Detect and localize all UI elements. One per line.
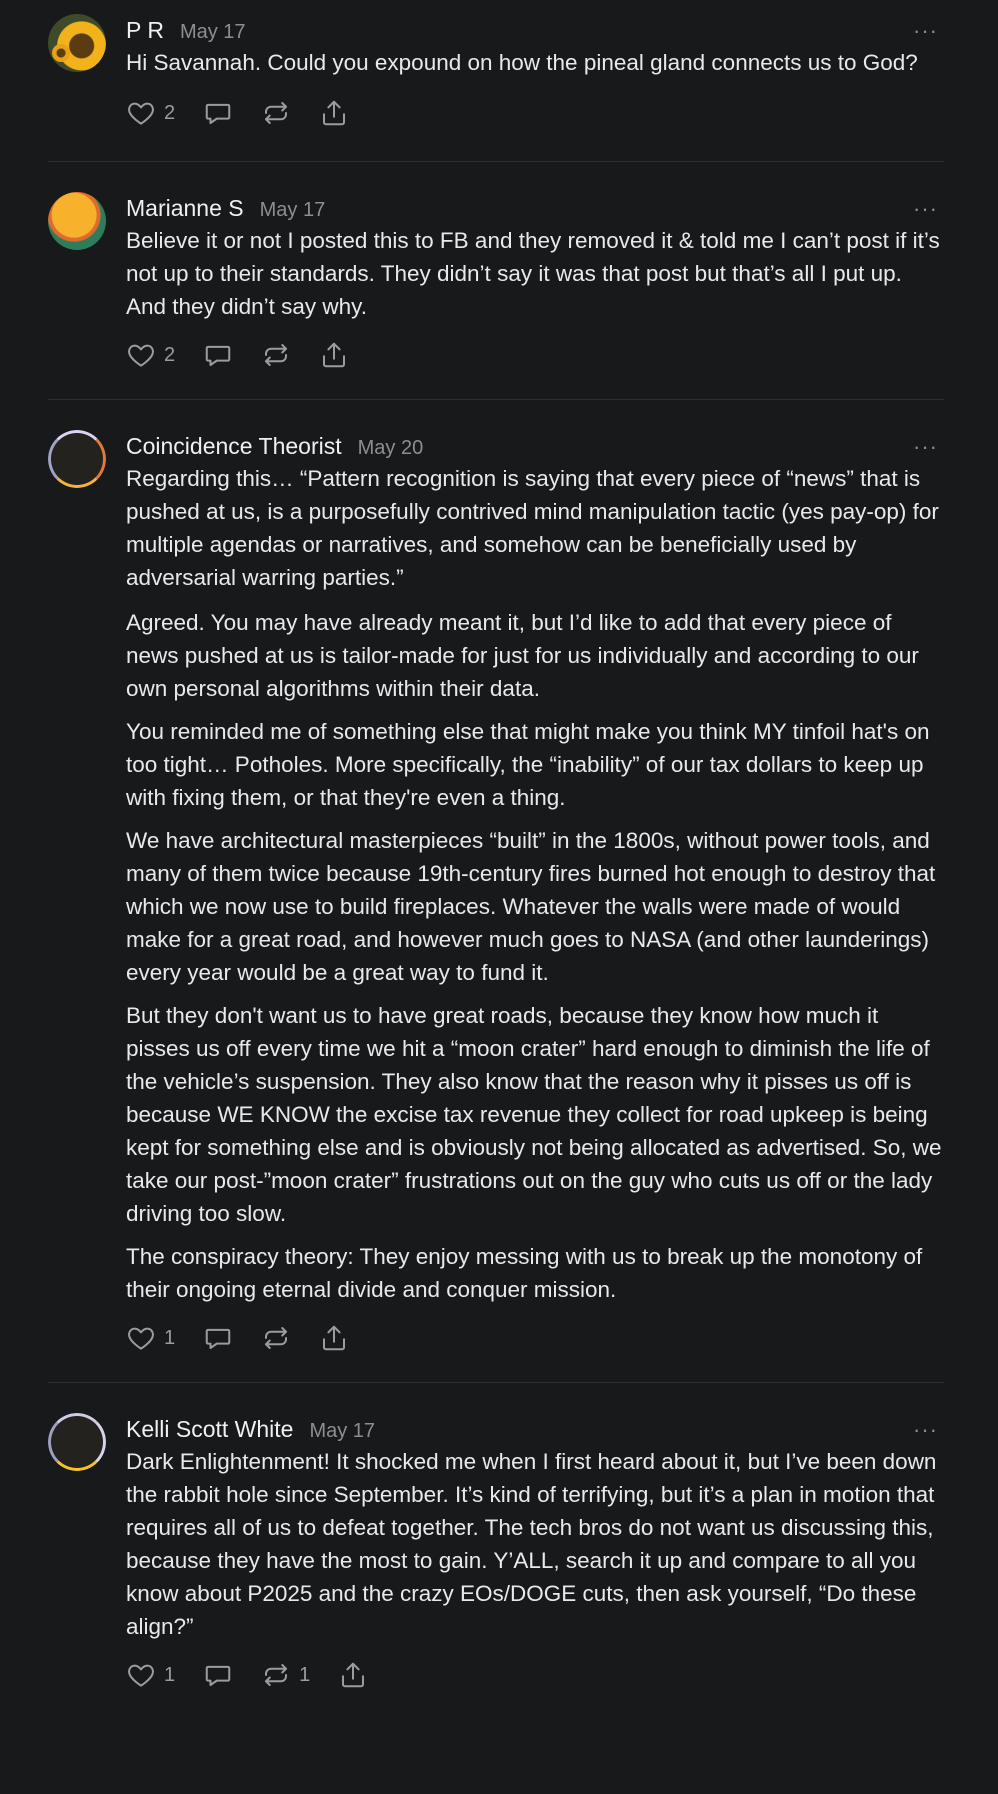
refresh-icon xyxy=(265,1664,288,1686)
comment-actions: 2 xyxy=(126,93,944,133)
comment-paragraph: Agreed. You may have already meant it, b… xyxy=(126,610,919,701)
restack-button[interactable] xyxy=(261,1323,291,1353)
comment-header: Kelli Scott White May 17 ··· xyxy=(126,1413,944,1445)
comment-header: P R May 17 ··· xyxy=(126,14,944,46)
like-button[interactable]: 2 xyxy=(126,340,175,370)
comment-date[interactable]: May 20 xyxy=(358,432,424,464)
comment: Kelli Scott White May 17 ··· Dark Enligh… xyxy=(48,1383,944,1695)
share-button[interactable] xyxy=(319,98,349,128)
comment-text: Hi Savannah. Could you expound on how th… xyxy=(126,46,944,79)
share-icon xyxy=(342,1662,365,1688)
like-count: 2 xyxy=(164,101,176,124)
like-count: 1 xyxy=(164,1663,176,1686)
comment-actions: 1 xyxy=(126,1318,944,1358)
avatar[interactable] xyxy=(48,192,106,250)
comment-body: Kelli Scott White May 17 ··· Dark Enligh… xyxy=(126,1413,944,1695)
share-icon xyxy=(323,100,346,126)
refresh-icon xyxy=(265,102,288,124)
comment: Coincidence Theorist May 20 ··· Regardin… xyxy=(48,400,944,1358)
like-button[interactable]: 1 xyxy=(126,1660,175,1690)
restack-button[interactable] xyxy=(261,340,291,370)
heart-icon xyxy=(128,102,154,125)
ellipsis-icon[interactable]: ··· xyxy=(913,1419,944,1441)
heart-icon xyxy=(128,1327,154,1350)
share-icon xyxy=(323,1325,346,1351)
heart-icon xyxy=(128,1664,154,1687)
reply-button[interactable] xyxy=(203,340,233,370)
comment-paragraph: Regarding this… “Pattern recognition is … xyxy=(126,466,939,590)
restack-button[interactable] xyxy=(261,98,291,128)
author-name[interactable]: P R xyxy=(126,14,164,46)
share-button[interactable] xyxy=(338,1660,368,1690)
reply-button[interactable] xyxy=(203,1660,233,1690)
comment-header: Coincidence Theorist May 20 ··· xyxy=(126,430,944,462)
share-button[interactable] xyxy=(319,340,349,370)
comment-text: Dark Enlightenment! It shocked me when I… xyxy=(126,1445,944,1643)
comment-body: Coincidence Theorist May 20 ··· Regardin… xyxy=(126,430,944,1358)
like-button[interactable]: 1 xyxy=(126,1323,175,1353)
ellipsis-icon[interactable]: ··· xyxy=(913,198,944,220)
refresh-icon xyxy=(265,1327,288,1349)
speech-bubble-icon xyxy=(205,103,231,124)
comment: P R May 17 ··· Hi Savannah. Could you ex… xyxy=(48,0,944,133)
comment-feed: P R May 17 ··· Hi Savannah. Could you ex… xyxy=(48,0,944,1695)
comment-date[interactable]: May 17 xyxy=(309,1415,375,1447)
comment-text: Believe it or not I posted this to FB an… xyxy=(126,224,944,323)
avatar[interactable] xyxy=(48,430,106,488)
comment-header: Marianne S May 17 ··· xyxy=(126,192,944,224)
comment-date[interactable]: May 17 xyxy=(260,194,326,226)
share-icon xyxy=(323,342,346,368)
comment-paragraph: But they don't want us to have great roa… xyxy=(126,1003,942,1226)
comment-paragraph: Believe it or not I posted this to FB an… xyxy=(126,228,940,319)
speech-bubble-icon xyxy=(205,345,231,366)
avatar[interactable] xyxy=(48,14,106,72)
comment-date[interactable]: May 17 xyxy=(180,16,246,48)
comment-text: Regarding this… “Pattern recognition is … xyxy=(126,462,944,1306)
comment-paragraph: Dark Enlightenment! It shocked me when I… xyxy=(126,1449,937,1639)
comment-paragraph: Hi Savannah. Could you expound on how th… xyxy=(126,50,918,75)
speech-bubble-icon xyxy=(205,1665,231,1686)
reply-button[interactable] xyxy=(203,1323,233,1353)
ellipsis-icon[interactable]: ··· xyxy=(913,20,944,42)
comment-paragraph: You reminded me of something else that m… xyxy=(126,719,930,810)
avatar[interactable] xyxy=(48,1413,106,1471)
comment: Marianne S May 17 ··· Believe it or not … xyxy=(48,162,944,375)
comment-actions: 2 xyxy=(126,335,944,375)
comment-paragraph: The conspiracy theory: They enjoy messin… xyxy=(126,1244,923,1302)
ellipsis-icon[interactable]: ··· xyxy=(913,436,944,458)
comment-actions: 1 1 xyxy=(126,1655,944,1695)
author-name[interactable]: Coincidence Theorist xyxy=(126,430,342,462)
author-name[interactable]: Kelli Scott White xyxy=(126,1413,293,1445)
restack-button[interactable]: 1 xyxy=(261,1660,310,1690)
speech-bubble-icon xyxy=(205,1328,231,1349)
comment-paragraph: We have architectural masterpieces “buil… xyxy=(126,828,936,985)
reply-button[interactable] xyxy=(203,98,233,128)
comment-body: P R May 17 ··· Hi Savannah. Could you ex… xyxy=(126,14,944,133)
author-name[interactable]: Marianne S xyxy=(126,192,244,224)
like-button[interactable]: 2 xyxy=(126,98,175,128)
restack-count: 1 xyxy=(299,1663,311,1686)
heart-icon xyxy=(128,344,154,367)
share-button[interactable] xyxy=(319,1323,349,1353)
like-count: 1 xyxy=(164,1326,176,1349)
refresh-icon xyxy=(265,344,288,366)
comment-body: Marianne S May 17 ··· Believe it or not … xyxy=(126,192,944,375)
like-count: 2 xyxy=(164,343,176,366)
